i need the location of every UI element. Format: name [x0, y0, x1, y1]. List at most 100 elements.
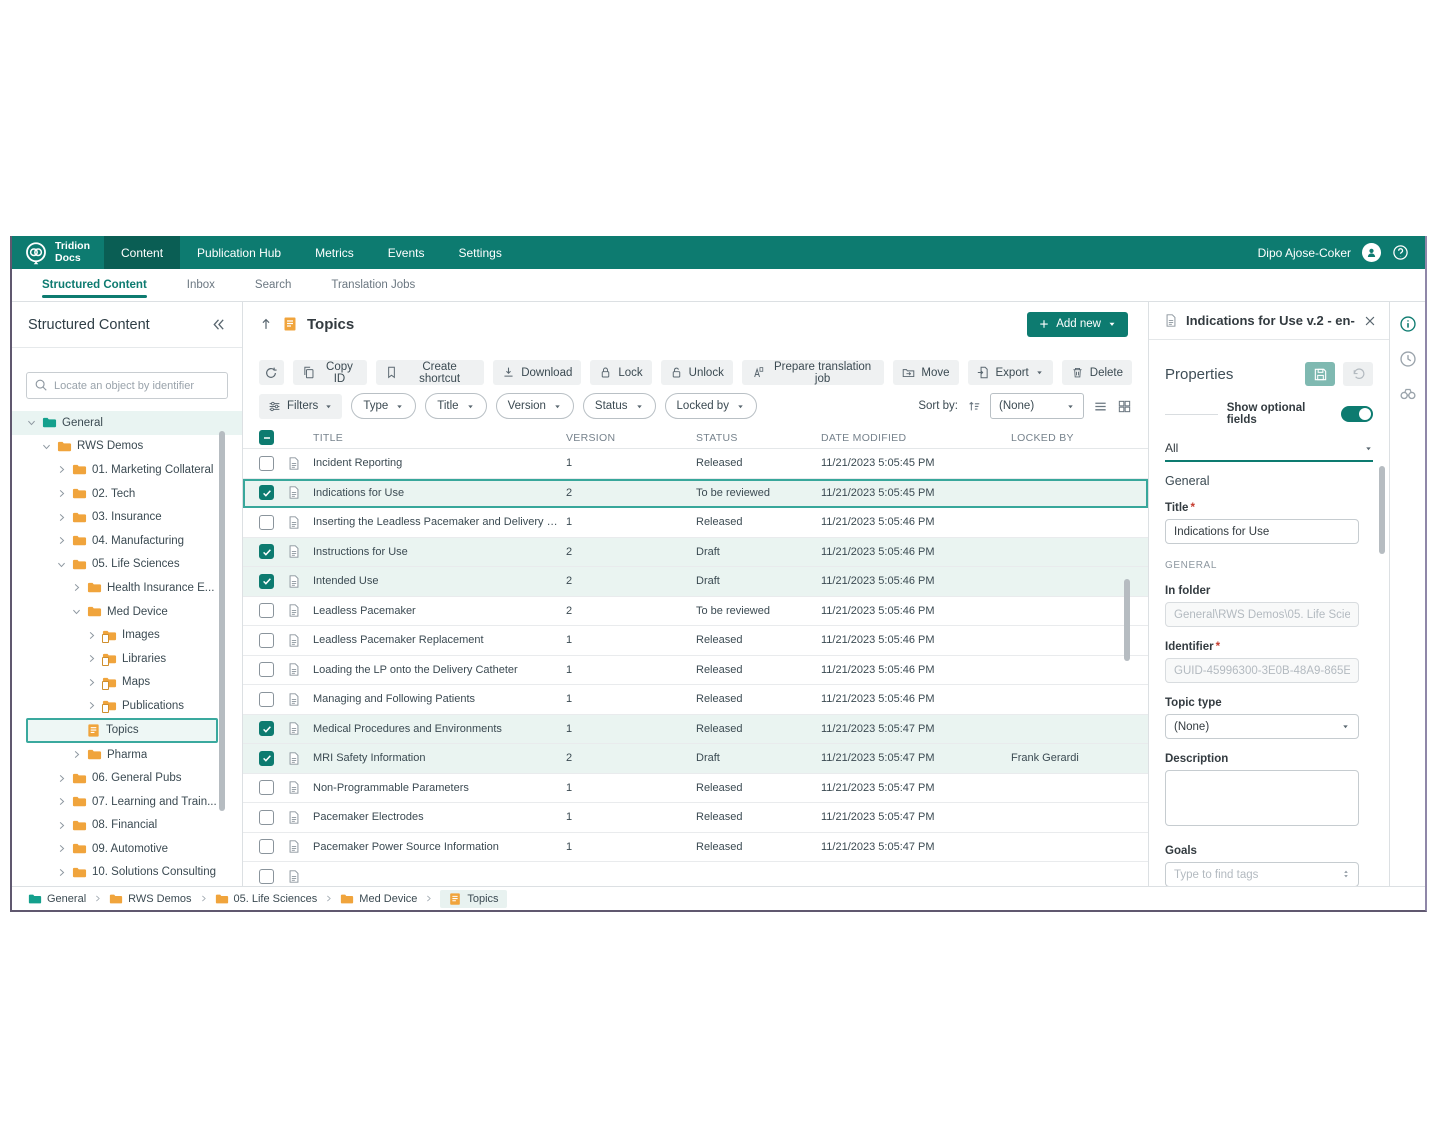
- tree-item-pharma[interactable]: Pharma: [12, 743, 242, 767]
- chevron-right-icon[interactable]: [56, 796, 67, 807]
- binoculars-icon[interactable]: [1399, 385, 1417, 403]
- copy-id-button[interactable]: Copy ID: [293, 360, 367, 385]
- row-checkbox[interactable]: [259, 810, 274, 825]
- table-row[interactable]: MRI Safety Information2Draft11/21/2023 5…: [243, 744, 1148, 774]
- add-new-button[interactable]: Add new: [1027, 312, 1128, 337]
- chevron-down-icon[interactable]: [26, 417, 37, 428]
- tree-item-rws-demos[interactable]: RWS Demos: [12, 435, 242, 459]
- filter-title[interactable]: Title: [425, 393, 486, 419]
- filters-button[interactable]: Filters: [259, 394, 342, 419]
- info-icon[interactable]: [1399, 315, 1417, 333]
- user-avatar-icon[interactable]: [1362, 243, 1381, 262]
- tree-item-life-sciences[interactable]: 05. Life Sciences: [12, 553, 242, 577]
- row-checkbox[interactable]: [259, 751, 274, 766]
- tree-item-automotive[interactable]: 09. Automotive: [12, 837, 242, 861]
- row-checkbox[interactable]: [259, 721, 274, 736]
- filter-status[interactable]: Status: [583, 393, 656, 419]
- topic-type-select[interactable]: (None): [1165, 714, 1359, 739]
- prepare-translation-job-button[interactable]: Prepare translation job: [742, 360, 885, 385]
- table-row[interactable]: Loading the LP onto the Delivery Cathete…: [243, 656, 1148, 686]
- close-icon[interactable]: [1363, 314, 1377, 328]
- chevron-right-icon[interactable]: [71, 582, 82, 593]
- chevron-right-icon[interactable]: [56, 464, 67, 475]
- table-scrollbar[interactable]: [1124, 579, 1130, 661]
- description-field[interactable]: [1165, 770, 1359, 826]
- tree-item-learning-and-training[interactable]: 07. Learning and Train...: [12, 790, 242, 814]
- export-button[interactable]: Export: [968, 360, 1053, 385]
- refresh-button[interactable]: [259, 360, 284, 385]
- sort-by-select[interactable]: (None): [990, 393, 1084, 419]
- nav-content[interactable]: Content: [104, 236, 180, 269]
- table-row[interactable]: Indications for Use2To be reviewed11/21/…: [243, 479, 1148, 509]
- chevron-right-icon[interactable]: [86, 653, 97, 664]
- row-checkbox[interactable]: [259, 574, 274, 589]
- row-checkbox[interactable]: [259, 662, 274, 677]
- table-row[interactable]: Intended Use2Draft11/21/2023 5:05:46 PM: [243, 567, 1148, 597]
- table-row-partial[interactable]: [243, 862, 1148, 886]
- row-checkbox[interactable]: [259, 515, 274, 530]
- chevron-right-icon[interactable]: [56, 773, 67, 784]
- tree-item-insurance[interactable]: 03. Insurance: [12, 505, 242, 529]
- field-group-select[interactable]: All: [1165, 436, 1373, 462]
- row-checkbox[interactable]: [259, 839, 274, 854]
- table-row[interactable]: Pacemaker Power Source Information1Relea…: [243, 833, 1148, 863]
- tree-item-general-pubs[interactable]: 06. General Pubs: [12, 766, 242, 790]
- breadcrumb-life-sciences[interactable]: 05. Life Sciences: [215, 892, 318, 906]
- row-checkbox[interactable]: [259, 603, 274, 618]
- table-row[interactable]: Leadless Pacemaker Replacement1Released1…: [243, 626, 1148, 656]
- nav-metrics[interactable]: Metrics: [298, 236, 371, 269]
- table-row[interactable]: Managing and Following Patients1Released…: [243, 685, 1148, 715]
- filter-version[interactable]: Version: [496, 393, 574, 419]
- move-button[interactable]: Move: [893, 360, 958, 385]
- tree-item-health-insurance[interactable]: Health Insurance E...: [12, 576, 242, 600]
- filter-locked-by[interactable]: Locked by: [665, 393, 757, 419]
- panel-scrollbar[interactable]: [1379, 466, 1385, 554]
- row-checkbox[interactable]: [259, 485, 274, 500]
- table-row[interactable]: Non-Programmable Parameters1Released11/2…: [243, 774, 1148, 804]
- stepper-icon[interactable]: [1340, 868, 1352, 880]
- search-input[interactable]: [26, 372, 228, 399]
- help-icon[interactable]: [1392, 244, 1409, 261]
- breadcrumb-med-device[interactable]: Med Device: [340, 892, 417, 906]
- table-row[interactable]: Inserting the Leadless Pacemaker and Del…: [243, 508, 1148, 538]
- chevron-down-icon[interactable]: [71, 606, 82, 617]
- column-date-modified[interactable]: DATE MODIFIED: [821, 432, 1011, 444]
- create-shortcut-button[interactable]: Create shortcut: [376, 360, 484, 385]
- nav-publication-hub[interactable]: Publication Hub: [180, 236, 298, 269]
- chevron-right-icon[interactable]: [56, 867, 67, 878]
- table-row[interactable]: Instructions for Use2Draft11/21/2023 5:0…: [243, 538, 1148, 568]
- user-name[interactable]: Dipo Ajose-Coker: [1258, 246, 1351, 260]
- breadcrumb-topics[interactable]: Topics: [440, 890, 506, 908]
- tree-item-marketing-collateral[interactable]: 01. Marketing Collateral: [12, 458, 242, 482]
- column-locked-by[interactable]: LOCKED BY: [1011, 432, 1122, 444]
- chevron-right-icon[interactable]: [56, 512, 67, 523]
- tree-item-topics[interactable]: Topics: [26, 718, 218, 743]
- tab-translation-jobs[interactable]: Translation Jobs: [331, 269, 415, 301]
- save-button[interactable]: [1305, 362, 1335, 386]
- chevron-right-icon[interactable]: [56, 488, 67, 499]
- title-field[interactable]: [1165, 519, 1359, 544]
- filter-type[interactable]: Type: [351, 393, 416, 419]
- tree-item-libraries[interactable]: Libraries: [12, 647, 242, 671]
- delete-button[interactable]: Delete: [1062, 360, 1132, 385]
- chevron-right-icon[interactable]: [71, 749, 82, 760]
- nav-settings[interactable]: Settings: [441, 236, 518, 269]
- table-row[interactable]: Incident Reporting1Released11/21/2023 5:…: [243, 449, 1148, 479]
- tab-search[interactable]: Search: [255, 269, 291, 301]
- tree-item-general[interactable]: General: [12, 411, 242, 435]
- breadcrumb-rws-demos[interactable]: RWS Demos: [109, 892, 191, 906]
- tree-item-med-device[interactable]: Med Device: [12, 600, 242, 624]
- goals-field[interactable]: [1165, 862, 1359, 886]
- history-clock-icon[interactable]: [1399, 350, 1417, 368]
- row-checkbox[interactable]: [259, 780, 274, 795]
- chevron-right-icon[interactable]: [86, 700, 97, 711]
- chevron-down-icon[interactable]: [56, 559, 67, 570]
- breadcrumb-general[interactable]: General: [28, 892, 86, 906]
- table-row[interactable]: Pacemaker Electrodes1Released11/21/2023 …: [243, 803, 1148, 833]
- table-row[interactable]: Leadless Pacemaker2To be reviewed11/21/2…: [243, 597, 1148, 627]
- row-checkbox[interactable]: [259, 692, 274, 707]
- tree-scrollbar[interactable]: [219, 431, 225, 811]
- column-version[interactable]: VERSION: [566, 432, 696, 444]
- tab-inbox[interactable]: Inbox: [187, 269, 215, 301]
- tab-structured-content[interactable]: Structured Content: [42, 269, 147, 301]
